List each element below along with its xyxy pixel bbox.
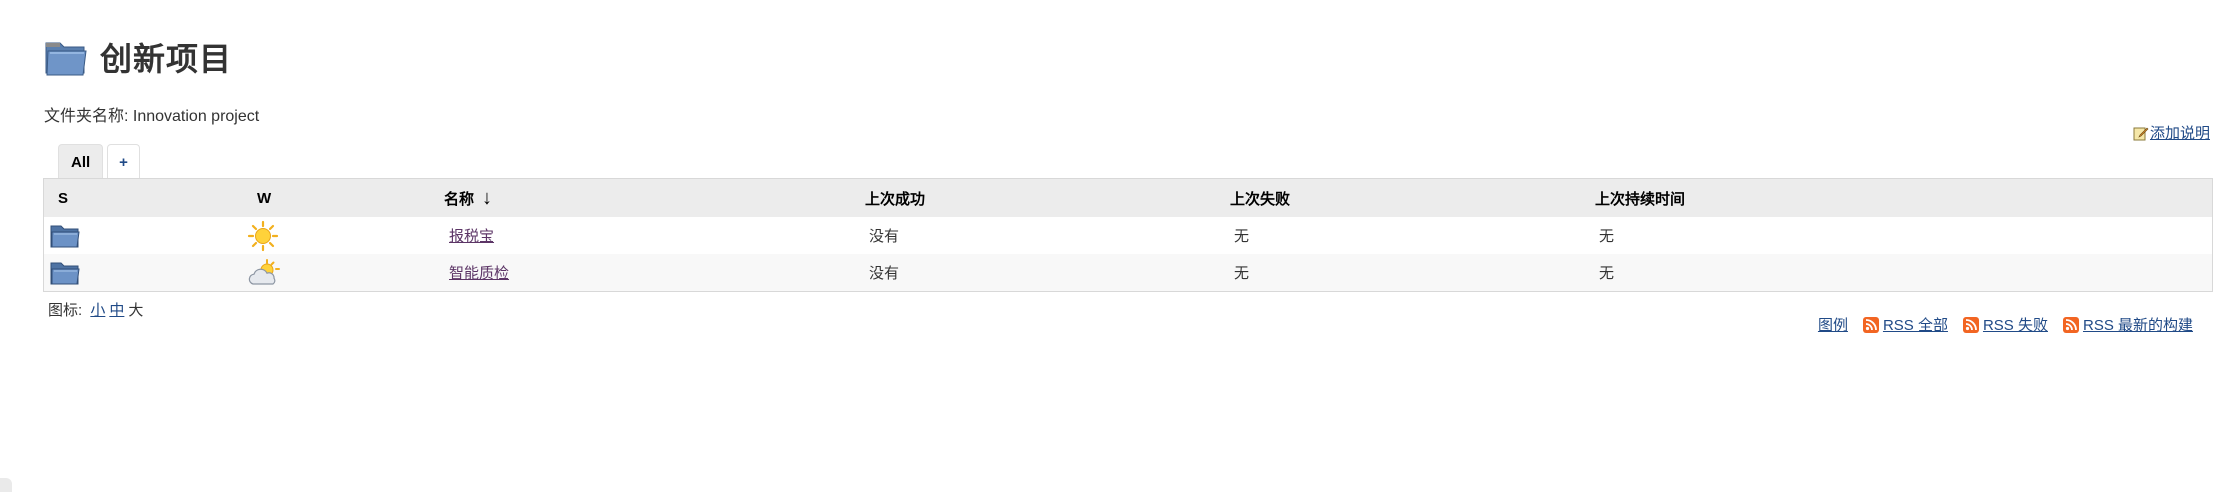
jobs-table: S W 名称 ↓ 上次成功 上次失败 上次持续时间 报税宝 没有 无 无 智能质… bbox=[43, 178, 2213, 292]
job-name-cell: 报税宝 bbox=[449, 217, 494, 254]
job-name-cell: 智能质检 bbox=[449, 254, 509, 291]
rss-icon bbox=[2062, 316, 2079, 333]
status-cell bbox=[50, 217, 80, 254]
folder-icon bbox=[50, 225, 80, 247]
header-last-failure[interactable]: 上次失败 bbox=[1230, 179, 1290, 217]
tab-all[interactable]: All bbox=[58, 144, 104, 179]
rss-failures-item: RSS 失败 bbox=[1962, 314, 2048, 335]
header-weather[interactable]: W bbox=[257, 179, 271, 217]
legend-item: 图例 bbox=[1818, 314, 1848, 335]
header-name-label: 名称 bbox=[444, 190, 475, 208]
rss-latest-item: RSS 最新的构建 bbox=[2062, 314, 2193, 335]
last-duration-cell: 无 bbox=[1599, 228, 1615, 245]
edit-note-icon bbox=[2133, 127, 2149, 140]
rss-failures-link[interactable]: RSS 失败 bbox=[1983, 314, 2048, 335]
weather-cell bbox=[247, 254, 281, 291]
header-status[interactable]: S bbox=[58, 179, 68, 217]
icon-size-selector: 图标: 小中大 bbox=[48, 299, 143, 320]
page: 创新项目 文件夹名称: Innovation project 添加说明 All … bbox=[0, 0, 2222, 492]
scroll-corner bbox=[0, 478, 12, 492]
icon-size-medium[interactable]: 中 bbox=[109, 302, 124, 319]
view-tabs: All + bbox=[58, 144, 144, 179]
table-header-row: S W 名称 ↓ 上次成功 上次失败 上次持续时间 bbox=[44, 179, 2212, 217]
job-link[interactable]: 智能质检 bbox=[449, 262, 509, 283]
icon-size-label: 图标: bbox=[48, 302, 83, 319]
last-duration-cell: 无 bbox=[1599, 265, 1615, 282]
icon-size-large: 大 bbox=[128, 302, 144, 319]
add-description[interactable]: 添加说明 bbox=[2133, 122, 2210, 143]
folder-icon bbox=[45, 42, 87, 76]
folder-name-label: 文件夹名称: Innovation project bbox=[44, 108, 260, 125]
footer-links: 图例 RSS 全部 RSS 失败 RSS 最新的构建 bbox=[1803, 314, 2193, 335]
rss-all-link[interactable]: RSS 全部 bbox=[1883, 314, 1948, 335]
rss-icon bbox=[1962, 316, 1979, 333]
rss-latest-link[interactable]: RSS 最新的构建 bbox=[2083, 314, 2193, 335]
header-last-duration[interactable]: 上次持续时间 bbox=[1595, 179, 1685, 217]
table-row: 报税宝 没有 无 无 bbox=[44, 217, 2212, 254]
folder-icon bbox=[50, 262, 80, 284]
partly-cloudy-icon bbox=[248, 258, 280, 285]
rss-all-item: RSS 全部 bbox=[1862, 314, 1948, 335]
last-success-cell: 没有 bbox=[869, 265, 900, 282]
tab-add-view[interactable]: + bbox=[107, 144, 140, 179]
legend-link[interactable]: 图例 bbox=[1818, 314, 1848, 335]
last-failure-cell: 无 bbox=[1234, 265, 1250, 282]
page-header: 创新项目 bbox=[44, 34, 232, 80]
last-success-cell: 没有 bbox=[869, 228, 900, 245]
last-failure-cell: 无 bbox=[1234, 228, 1250, 245]
sort-down-icon: ↓ bbox=[482, 186, 493, 209]
table-row: 智能质检 没有 无 无 bbox=[44, 254, 2212, 291]
job-link[interactable]: 报税宝 bbox=[449, 225, 494, 246]
rss-icon bbox=[1862, 316, 1879, 333]
weather-cell bbox=[247, 217, 279, 254]
page-title: 创新项目 bbox=[100, 40, 233, 78]
sunny-icon bbox=[247, 220, 279, 251]
icon-size-small[interactable]: 小 bbox=[90, 302, 105, 319]
add-description-link[interactable]: 添加说明 bbox=[2150, 122, 2210, 143]
header-name[interactable]: 名称 ↓ bbox=[444, 179, 492, 217]
header-last-success[interactable]: 上次成功 bbox=[865, 179, 925, 217]
status-cell bbox=[50, 254, 80, 291]
